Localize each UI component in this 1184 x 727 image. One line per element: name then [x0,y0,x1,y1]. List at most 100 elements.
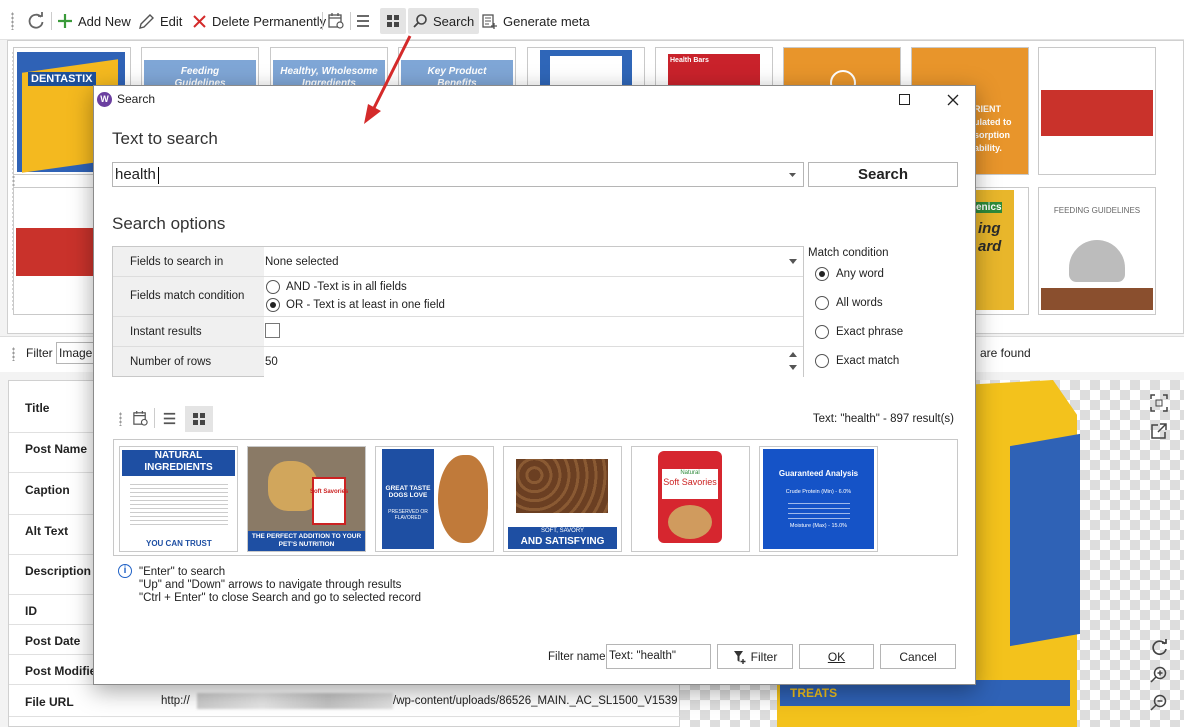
result-tile-line1: GREAT TASTE DOGS LOVE [385,485,431,499]
zoom-out-button[interactable] [1150,694,1168,712]
filter-button-label: Filter [750,649,778,664]
result-count: Text: "health" - 897 result(s) [812,413,954,425]
detail-label: Description [25,564,92,578]
rotate-button[interactable] [1150,638,1168,656]
result-tile[interactable]: NATURAL INGREDIENTS YOU CAN TRUST [119,446,238,552]
exact-phrase-radio[interactable] [815,325,829,339]
detail-row[interactable]: File URL http:// /wp-content/uploads/865… [9,685,681,717]
exact-match-label: Exact match [836,355,900,367]
open-external-button[interactable] [1150,422,1168,440]
result-tile[interactable]: Soft Savories THE PERFECT ADDITION TO YO… [247,446,366,552]
ingredients-text-block [130,481,228,527]
tile-caption: Health Bars [670,57,709,64]
fields-select[interactable]: None selected [264,247,803,276]
calendar-view-button[interactable] [327,8,345,34]
results-grid-view-button[interactable] [185,406,213,432]
maximize-icon[interactable] [899,94,910,105]
generate-meta-icon [482,13,497,29]
fields-value: None selected [265,256,339,268]
search-options-heading: Search options [112,214,226,233]
search-toolbar-button[interactable]: Search [408,8,480,34]
rows-stepper[interactable]: 50 [264,347,803,377]
search-input[interactable]: health [112,162,804,187]
any-word-radio[interactable] [815,267,829,281]
filter-button[interactable]: Filter [717,644,793,669]
option-row: Fields match condition AND -Text is in a… [113,277,803,317]
gallery-tile[interactable]: FEEDING GUIDELINES [1038,187,1156,315]
result-tile-footer: AND SATISFYING [520,536,605,547]
result-tile[interactable]: Natural Soft Savories [631,446,750,552]
ok-button[interactable]: OK [799,644,874,669]
toolbar-divider [51,12,52,30]
dentastix-logo: DENTASTIX [28,72,96,86]
gallery-tile[interactable] [1038,47,1156,175]
hint-line: "Ctrl + Enter" to close Search and go to… [139,592,422,604]
list-view-button[interactable] [354,8,372,34]
refresh-button[interactable] [26,8,46,34]
delete-permanently-button[interactable]: Delete Permanently [192,8,326,34]
option-label: Instant results [130,326,202,338]
dropdown-arrow-icon[interactable] [788,172,797,178]
zoom-in-button[interactable] [1150,666,1168,684]
open-external-icon [1151,423,1167,439]
generate-meta-button[interactable]: Generate meta [481,8,590,34]
result-tile-line2: Crude Protein (Min) - 6.0% [785,489,852,495]
tile-caption: ulated to [974,117,1012,127]
product-box-side [1010,433,1080,647]
or-radio[interactable] [266,298,280,312]
any-word-label: Any word [836,268,884,280]
result-tile-footer: THE PERFECT ADDITION TO YOUR PET'S NUTRI… [248,531,365,551]
result-tile[interactable]: SOFT, SAVORY AND SATISFYING [503,446,622,552]
option-label: Fields to search in [130,256,224,268]
close-button[interactable] [946,93,960,107]
filter-name-value: Text: "health" [609,650,676,662]
result-tile[interactable]: GREAT TASTE DOGS LOVE PRESERVED OR FLAVO… [375,446,494,552]
search-input-value: health [115,166,156,183]
stepper-down-icon[interactable] [789,365,797,370]
zoom-out-icon [1150,694,1167,711]
list-icon [357,15,369,27]
and-option-label: AND -Text is in all fields [286,281,407,293]
hint-line: "Up" and "Down" arrows to navigate throu… [139,579,402,591]
result-tile-line1: Natural [680,470,700,476]
results-list-view-button[interactable] [161,410,178,430]
exact-match-radio[interactable] [815,354,829,368]
tile-caption: ing [978,220,1001,237]
toolbar-grip[interactable] [11,12,14,30]
cancel-button[interactable]: Cancel [880,644,956,669]
toolbar-divider [154,408,155,428]
plus-icon [58,14,72,28]
result-tile-line2: PRESERVED OR FLAVORED [388,509,428,521]
filter-input[interactable]: Image [56,342,96,364]
edit-label: Edit [160,13,183,29]
and-radio[interactable] [266,280,280,294]
delete-permanently-label: Delete Permanently [212,13,327,29]
pencil-icon [139,13,154,29]
filter-name-input[interactable]: Text: "health" [606,644,711,669]
all-words-radio[interactable] [815,296,829,310]
redacted-block [197,693,393,709]
result-tile[interactable]: Guaranteed Analysis Crude Protein (Min) … [759,446,878,552]
generate-meta-label: Generate meta [503,13,590,29]
grid-view-button[interactable] [380,8,406,34]
results-calendar-view-button[interactable] [132,410,149,430]
tile-caption: FEEDING GUIDELINES [1053,206,1141,215]
add-new-label: Add New [78,13,131,29]
refresh-icon [28,12,44,29]
stepper-up-icon[interactable] [789,352,797,357]
instant-results-checkbox[interactable] [265,323,280,338]
treats-label: TREATS [790,686,838,700]
option-label: Number of rows [130,356,212,368]
dialog-title: Search [117,92,156,106]
edit-button[interactable]: Edit [138,8,182,34]
fit-screen-button[interactable] [1150,394,1168,412]
dialog-titlebar[interactable]: W Search [94,86,975,114]
search-button[interactable]: Search [808,162,958,187]
filter-label: Filter [26,346,53,360]
result-tile-line1: Soft Savories [310,489,349,495]
tile-caption: enics [976,202,1002,213]
rows-value: 50 [265,356,278,368]
search-toolbar-label: Search [433,13,475,29]
add-new-button[interactable]: Add New [57,8,131,34]
file-url-prefix: http:// [161,695,190,707]
